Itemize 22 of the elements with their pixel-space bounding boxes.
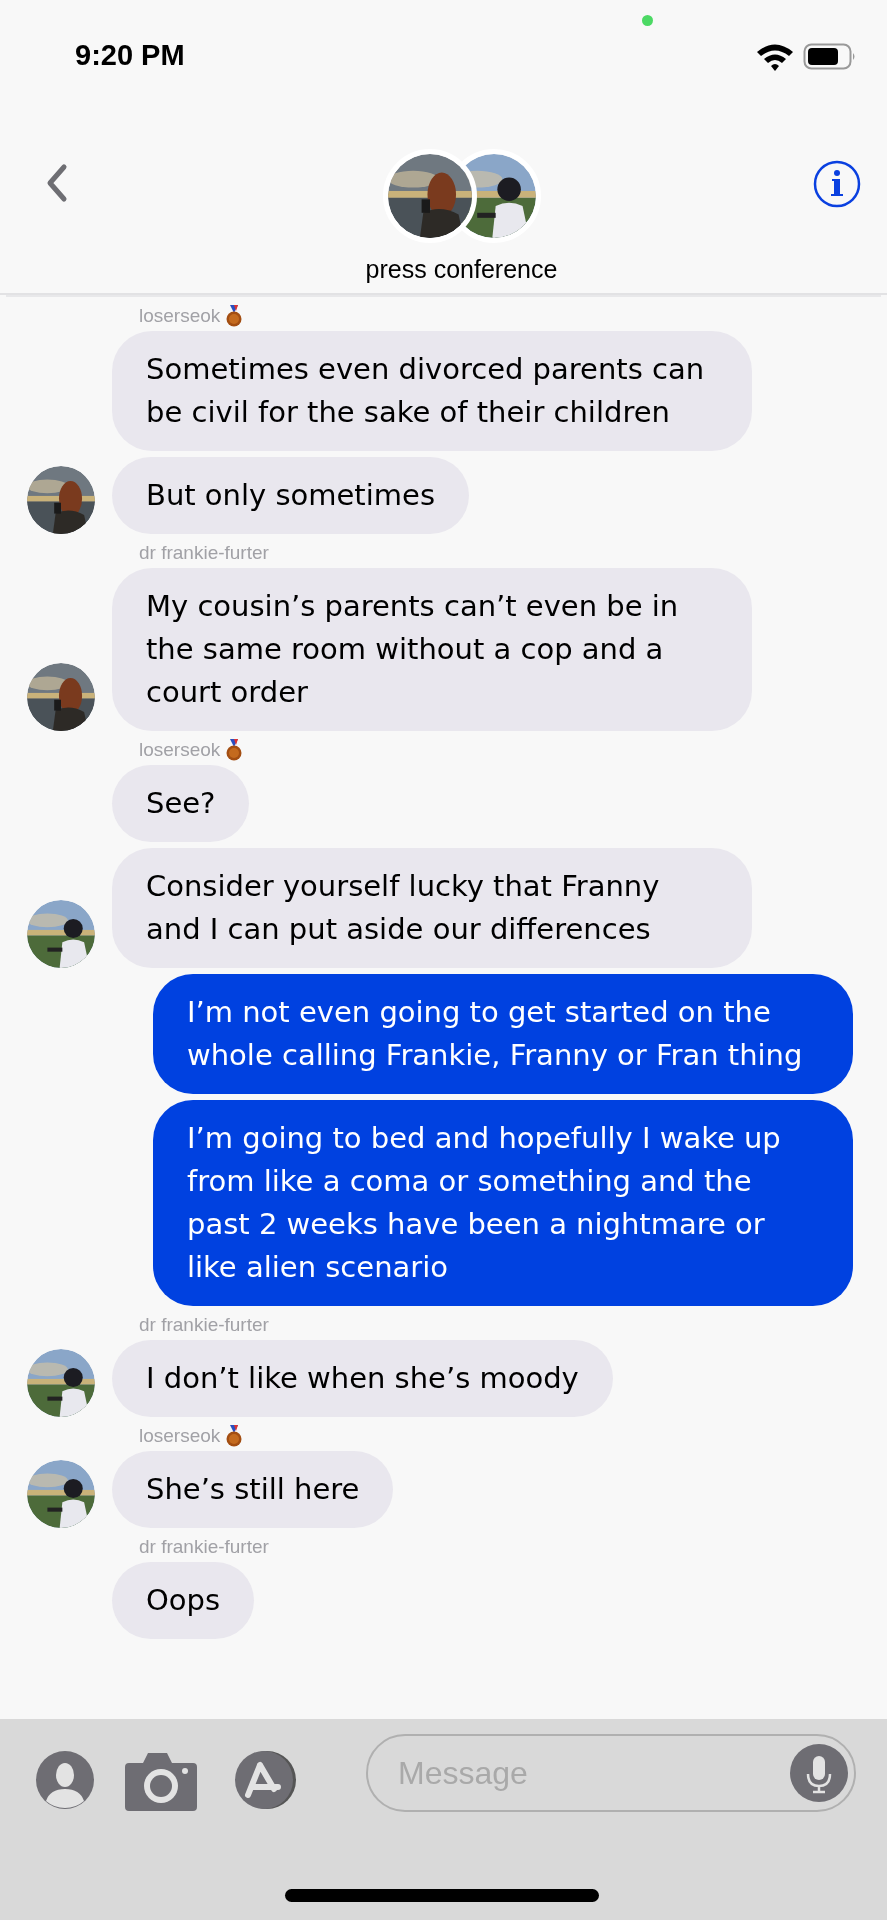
message-bubble: I’m going to bed and hopefully I wake up from like a coma or something and the past 2 weeks have been a nightmare or like alien scenario <box>153 1100 853 1306</box>
message-bubble: I don’t like when she’s moody <box>112 1340 613 1417</box>
sender-name: loserseok <box>139 1425 221 1447</box>
message-bubble: She’s still here <box>112 1451 394 1528</box>
sender-name: dr frankie-furter <box>139 1314 269 1336</box>
battery-icon <box>803 42 857 70</box>
info-icon[interactable] <box>813 160 861 208</box>
conversation-title[interactable]: press conference <box>365 255 558 284</box>
message-bubble: I’m not even going to get started on the whole calling Frankie, Franny or Fran thing <box>153 974 853 1094</box>
microphone-icon[interactable] <box>790 1744 848 1802</box>
message-bubble: Oops <box>112 1562 255 1639</box>
contact-icon[interactable] <box>36 1751 94 1809</box>
sender-name: dr frankie-furter <box>139 542 269 564</box>
message-bubble: See? <box>112 765 250 842</box>
sender-name: dr frankie-furter <box>139 1536 269 1558</box>
message-bubble: Sometimes even divorced parents can be civil for the sake of their children <box>112 331 752 451</box>
message-bubble: My cousin’s parents can’t even be in the same room without a cop and a court order <box>112 568 752 731</box>
sender-name: loserseok <box>139 305 221 327</box>
message-bubble: But only sometimes <box>112 457 469 534</box>
clock: 9:20 PM <box>75 38 186 72</box>
message-bubble: Consider yourself lucky that Franny and I can put aside our differences <box>112 848 752 968</box>
sender-name: loserseok <box>139 739 221 761</box>
